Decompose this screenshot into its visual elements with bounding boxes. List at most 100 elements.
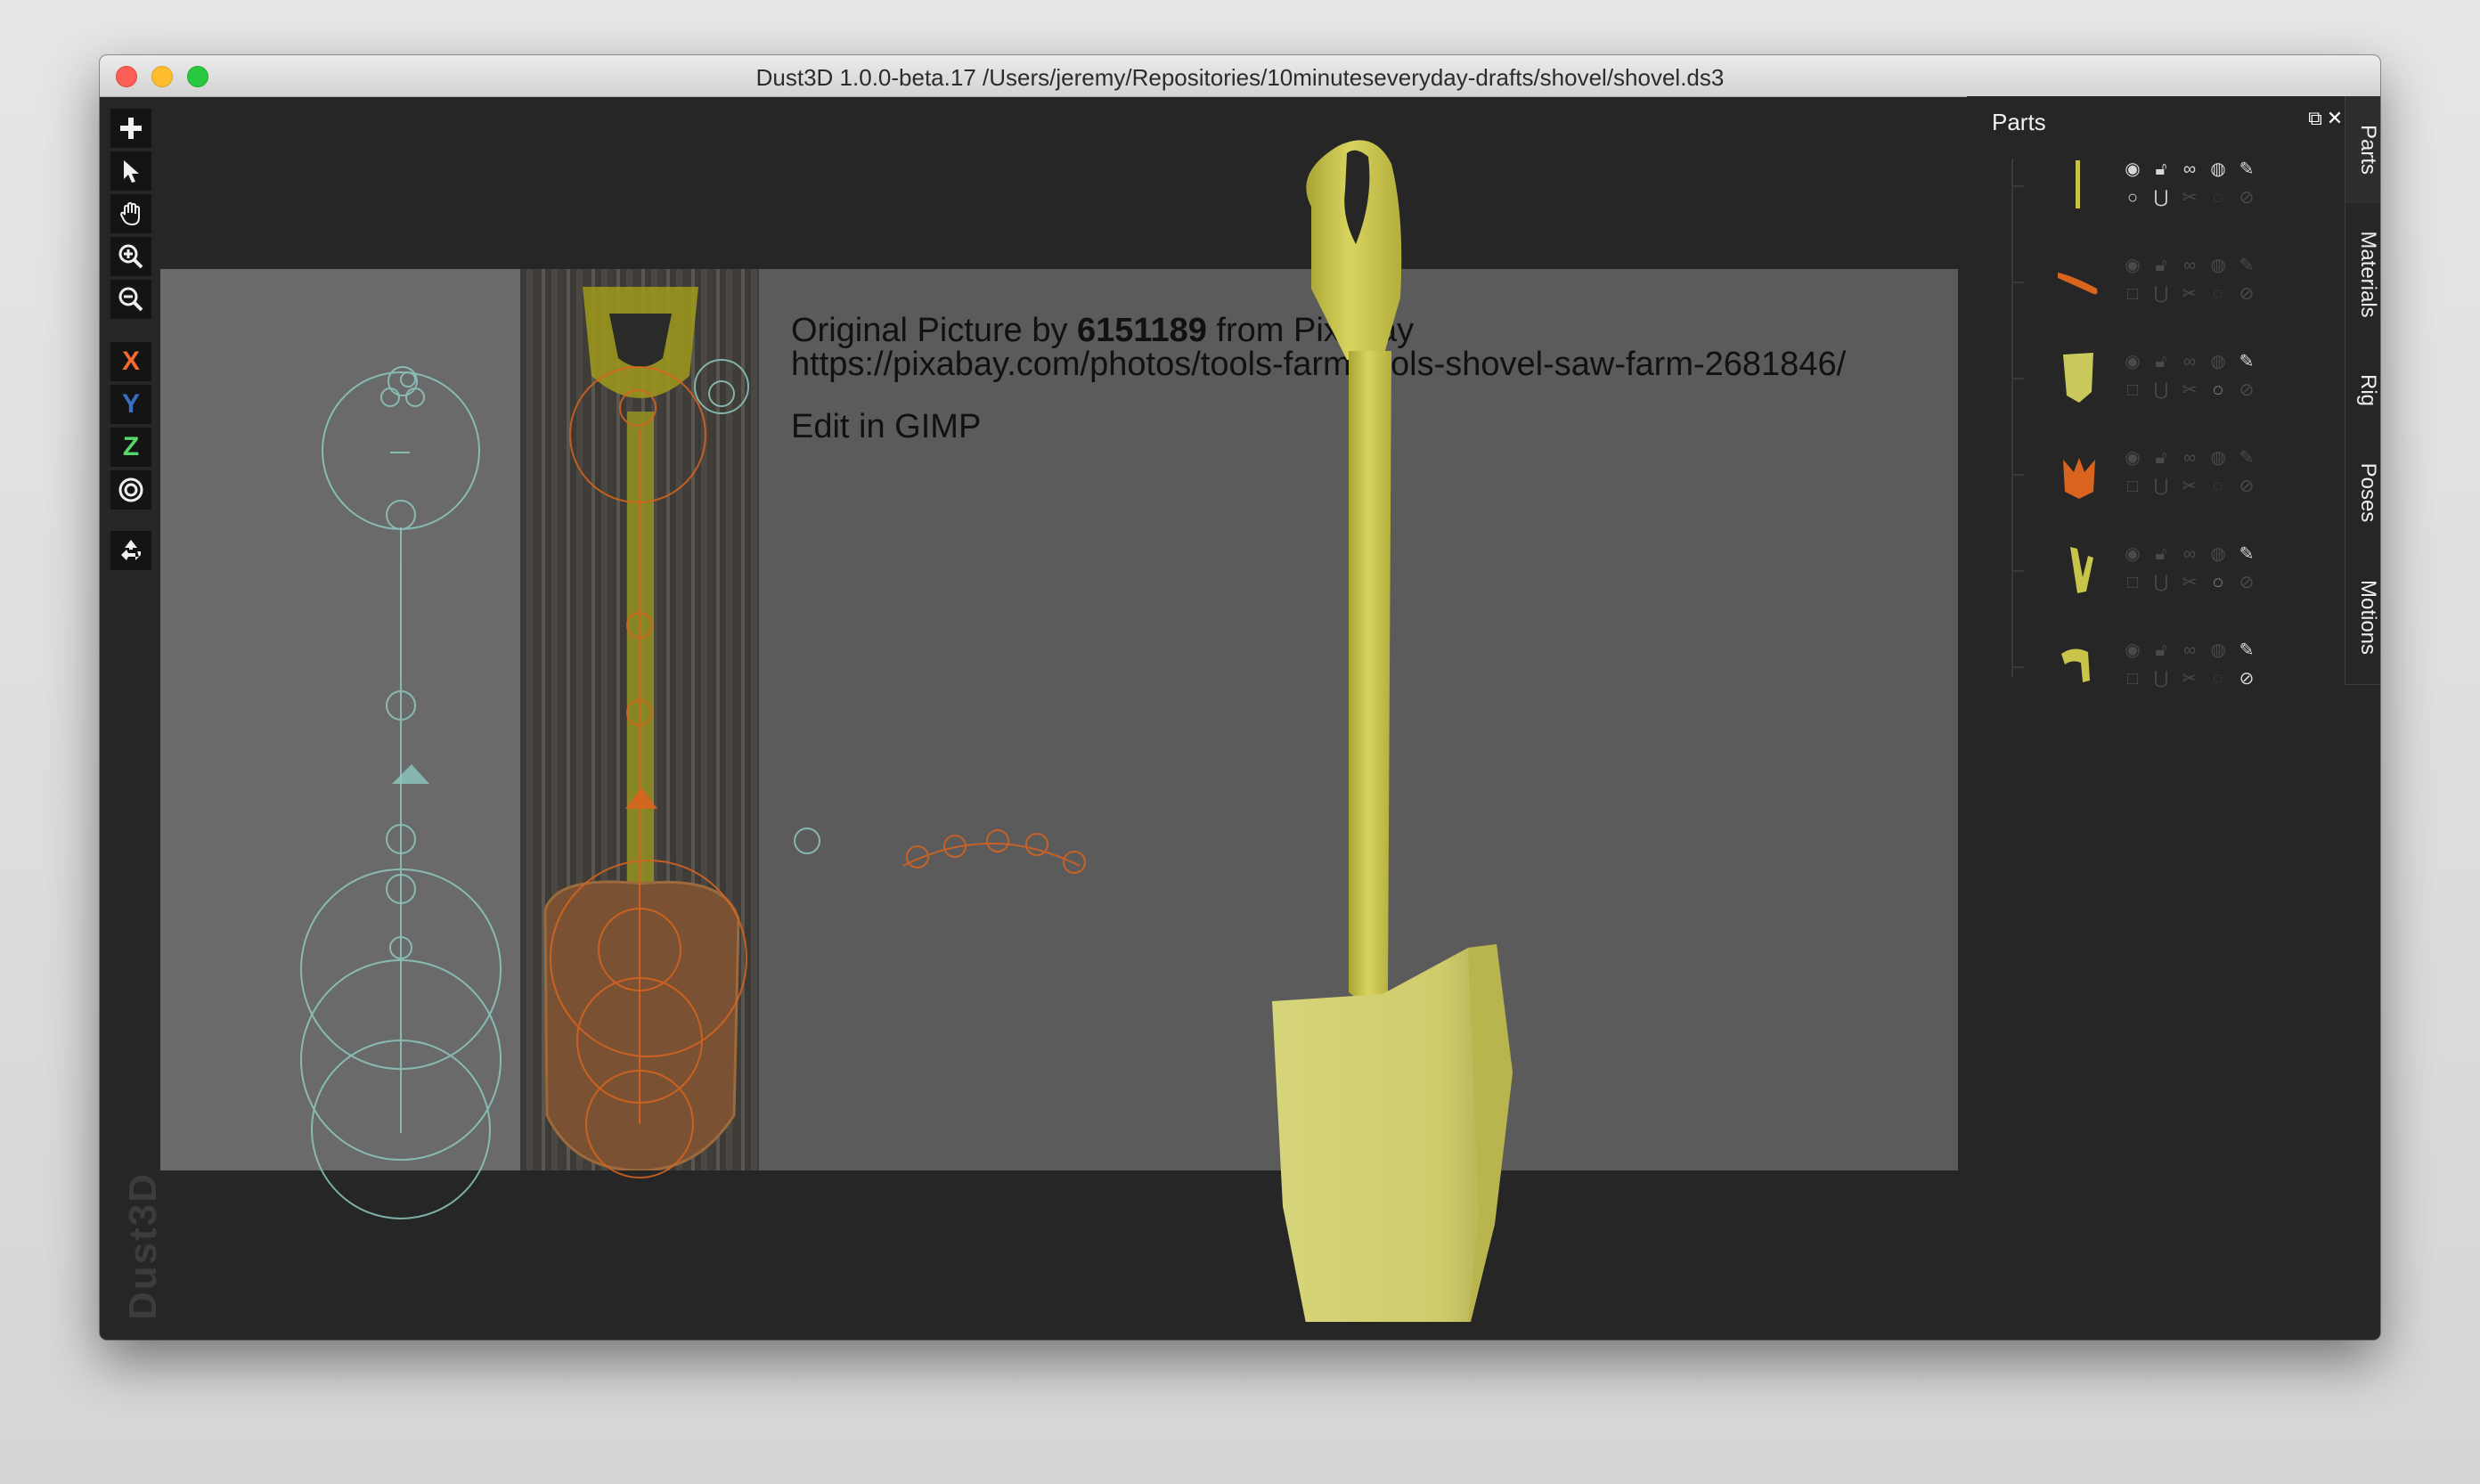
chamfer-icon[interactable]: ✂ bbox=[2179, 283, 2200, 305]
deform-icon[interactable]: ◌ bbox=[2207, 283, 2229, 305]
link-icon[interactable]: ∞ bbox=[2179, 543, 2200, 565]
chamfer-icon[interactable]: ✂ bbox=[2179, 187, 2200, 208]
zoom-out-icon bbox=[118, 287, 143, 312]
axis-x-lock-button[interactable]: X bbox=[110, 342, 151, 381]
lock-icon[interactable]: 🔓︎ bbox=[2150, 255, 2172, 276]
color-picker-icon[interactable]: ✎ bbox=[2236, 640, 2257, 661]
lock-icon[interactable]: 🔓︎ bbox=[2150, 447, 2172, 469]
part-thumbnail-1 bbox=[2076, 160, 2080, 208]
mirror-icon[interactable]: ⋃ bbox=[2150, 476, 2172, 497]
rounded-end-icon[interactable]: □ bbox=[2122, 283, 2143, 305]
tab-parts[interactable]: Parts bbox=[2345, 96, 2380, 204]
visibility-icon[interactable]: ◉ bbox=[2122, 640, 2143, 661]
subdivide-icon[interactable]: ◍ bbox=[2207, 640, 2229, 661]
dust3d-watermark: Dust3D bbox=[121, 1171, 165, 1320]
visibility-icon[interactable]: ◉ bbox=[2122, 255, 2143, 276]
layer-icon[interactable]: ⊘ bbox=[2236, 187, 2257, 208]
color-picker-icon[interactable]: ✎ bbox=[2236, 159, 2257, 180]
part-row-3[interactable]: ◉ 🔓︎ ∞ ◍ ✎ □ ⋃ ✂ ◌ ⊘ bbox=[2011, 330, 2279, 426]
tab-rig[interactable]: Rig bbox=[2345, 346, 2380, 436]
tab-motions[interactable]: Motions bbox=[2345, 550, 2380, 685]
tab-poses[interactable]: Poses bbox=[2345, 435, 2380, 551]
link-icon[interactable]: ∞ bbox=[2179, 159, 2200, 180]
tab-materials-label: Materials bbox=[2356, 231, 2380, 318]
hand-icon bbox=[119, 201, 140, 226]
shovel-3d-model[interactable] bbox=[1249, 110, 1623, 1322]
layer-icon[interactable]: ⊘ bbox=[2236, 668, 2257, 689]
parts-panel: Parts ⧉ ✕ ◉ 🔓︎ ∞ ◍ ✎ ○ ⋃ ✂ ◌ ⊘ ◉ 🔓︎ ∞ ◍ … bbox=[1967, 96, 2380, 1340]
color-picker-icon[interactable]: ✎ bbox=[2236, 447, 2257, 469]
tab-materials[interactable]: Materials bbox=[2345, 203, 2380, 347]
visibility-icon[interactable]: ◉ bbox=[2122, 543, 2143, 565]
part-row-2[interactable]: ◉ 🔓︎ ∞ ◍ ✎ □ ⋃ ✂ ◌ ⊘ bbox=[2011, 233, 2279, 330]
lock-icon[interactable]: 🔓︎ bbox=[2150, 640, 2172, 661]
radius-lock-button[interactable] bbox=[110, 470, 151, 510]
axis-z-lock-button[interactable]: Z bbox=[110, 428, 151, 467]
chamfer-icon[interactable]: ✂ bbox=[2179, 572, 2200, 593]
subdivide-icon[interactable]: ◍ bbox=[2207, 447, 2229, 469]
link-icon[interactable]: ∞ bbox=[2179, 351, 2200, 372]
pan-tool-button[interactable] bbox=[110, 194, 151, 233]
lock-icon[interactable]: 🔓︎ bbox=[2150, 351, 2172, 372]
part-thumbnail-3 bbox=[2063, 353, 2093, 403]
lock-icon[interactable]: 🔓︎ bbox=[2150, 543, 2172, 565]
tab-parts-label: Parts bbox=[2356, 124, 2380, 175]
deform-icon[interactable]: ◌ bbox=[2207, 476, 2229, 497]
mirror-icon[interactable]: ⋃ bbox=[2150, 283, 2172, 305]
tab-poses-label: Poses bbox=[2356, 462, 2380, 523]
mirror-icon[interactable]: ⋃ bbox=[2150, 572, 2172, 593]
layer-icon[interactable]: ⊘ bbox=[2236, 283, 2257, 305]
plus-icon bbox=[120, 118, 142, 139]
close-panel-icon[interactable]: ✕ bbox=[2325, 109, 2345, 128]
chamfer-icon[interactable]: ✂ bbox=[2179, 668, 2200, 689]
rounded-end-icon[interactable]: □ bbox=[2122, 668, 2143, 689]
part-row-4[interactable]: ◉ 🔓︎ ∞ ◍ ✎ □ ⋃ ✂ ◌ ⊘ bbox=[2011, 426, 2279, 522]
visibility-icon[interactable]: ◉ bbox=[2122, 351, 2143, 372]
part-thumbnail-4 bbox=[2063, 458, 2095, 499]
subdivide-icon[interactable]: ◍ bbox=[2207, 543, 2229, 565]
link-icon[interactable]: ∞ bbox=[2179, 447, 2200, 469]
tab-motions-label: Motions bbox=[2356, 579, 2380, 656]
layer-icon[interactable]: ⊘ bbox=[2236, 476, 2257, 497]
deform-icon[interactable]: ◌ bbox=[2207, 668, 2229, 689]
add-tool-button[interactable] bbox=[110, 109, 151, 148]
zoom-out-button[interactable] bbox=[110, 280, 151, 319]
layer-icon[interactable]: ⊘ bbox=[2236, 379, 2257, 401]
part-row-1[interactable]: ◉ 🔓︎ ∞ ◍ ✎ ○ ⋃ ✂ ◌ ⊘ bbox=[2011, 137, 2279, 233]
rounded-end-icon[interactable]: □ bbox=[2122, 379, 2143, 401]
part-row-6[interactable]: ◉ 🔓︎ ∞ ◍ ✎ □ ⋃ ✂ ◌ ⊘ bbox=[2011, 618, 2279, 714]
axis-y-lock-button[interactable]: Y bbox=[110, 385, 151, 424]
rounded-end-icon[interactable]: □ bbox=[2122, 572, 2143, 593]
part-thumbnail-2 bbox=[2058, 273, 2098, 295]
part-row-5[interactable]: ◉ 🔓︎ ∞ ◍ ✎ □ ⋃ ✂ ◌ ⊘ bbox=[2011, 522, 2279, 618]
zoom-in-button[interactable] bbox=[110, 237, 151, 276]
link-icon[interactable]: ∞ bbox=[2179, 640, 2200, 661]
chamfer-icon[interactable]: ✂ bbox=[2179, 476, 2200, 497]
link-icon[interactable]: ∞ bbox=[2179, 255, 2200, 276]
skeleton-overlay[interactable] bbox=[100, 55, 1967, 1340]
float-panel-icon[interactable]: ⧉ bbox=[2305, 109, 2325, 128]
visibility-icon[interactable]: ◉ bbox=[2122, 447, 2143, 469]
rounded-end-icon[interactable]: □ bbox=[2122, 476, 2143, 497]
chamfer-icon[interactable]: ✂ bbox=[2179, 379, 2200, 401]
deform-icon[interactable]: ◌ bbox=[2207, 379, 2229, 401]
subdivide-icon[interactable]: ◍ bbox=[2207, 255, 2229, 276]
rounded-end-icon[interactable]: ○ bbox=[2122, 187, 2143, 208]
deform-icon[interactable]: ◌ bbox=[2207, 187, 2229, 208]
part-thumbnail-5 bbox=[2070, 547, 2093, 593]
color-picker-icon[interactable]: ✎ bbox=[2236, 255, 2257, 276]
mirror-icon[interactable]: ⋃ bbox=[2150, 668, 2172, 689]
deform-icon[interactable]: ◌ bbox=[2207, 572, 2229, 593]
color-picker-icon[interactable]: ✎ bbox=[2236, 351, 2257, 372]
app-window: Dust3D 1.0.0-beta.17 /Users/jeremy/Repos… bbox=[100, 55, 2380, 1340]
mirror-icon[interactable]: ⋃ bbox=[2150, 187, 2172, 208]
regenerate-button[interactable] bbox=[110, 531, 151, 570]
lock-icon[interactable]: 🔓︎ bbox=[2150, 159, 2172, 180]
subdivide-icon[interactable]: ◍ bbox=[2207, 351, 2229, 372]
layer-icon[interactable]: ⊘ bbox=[2236, 572, 2257, 593]
color-picker-icon[interactable]: ✎ bbox=[2236, 543, 2257, 565]
mirror-icon[interactable]: ⋃ bbox=[2150, 379, 2172, 401]
subdivide-icon[interactable]: ◍ bbox=[2207, 159, 2229, 180]
visibility-icon[interactable]: ◉ bbox=[2122, 159, 2143, 180]
select-tool-button[interactable] bbox=[110, 151, 151, 191]
